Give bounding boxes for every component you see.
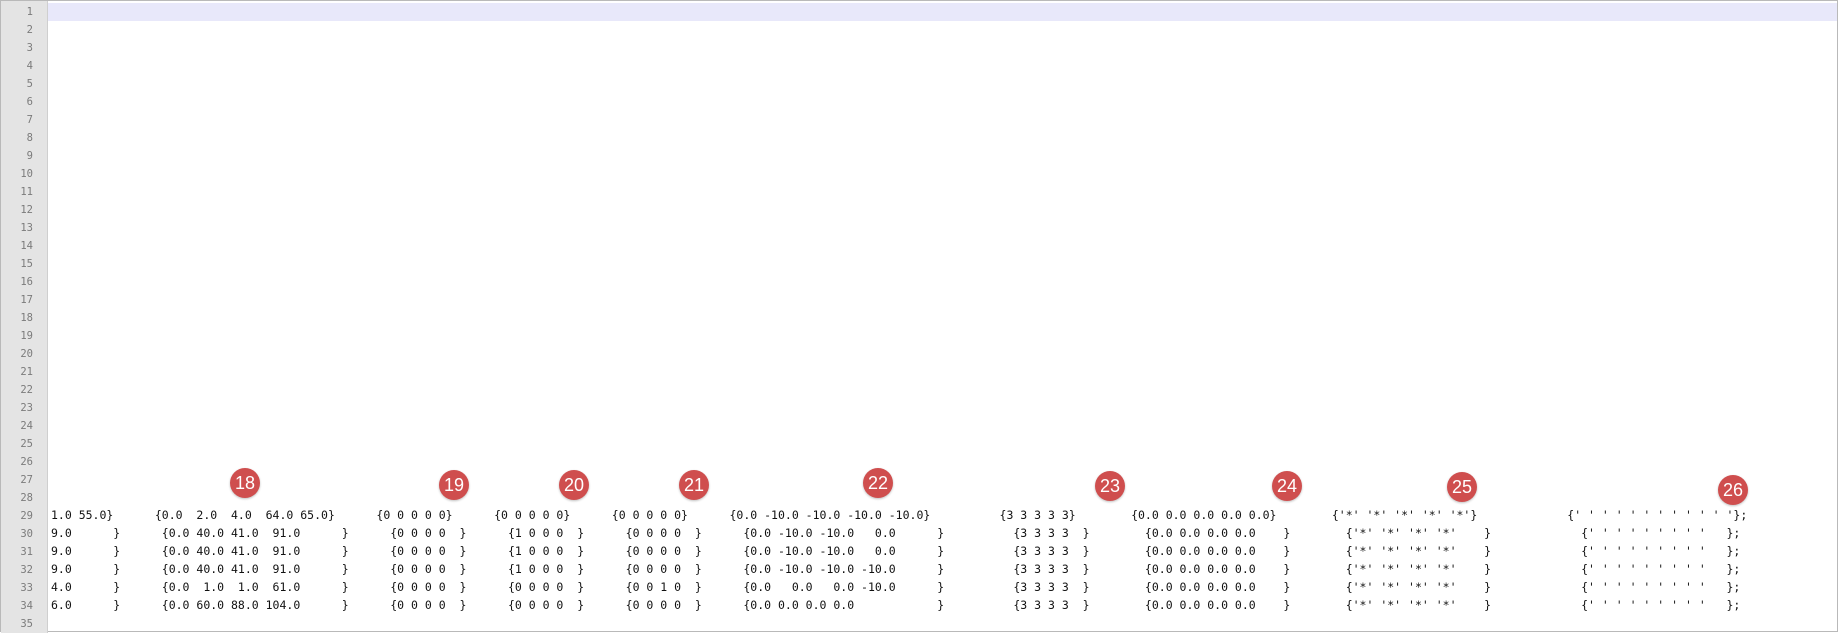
line-number: 31 [20,546,33,558]
annotation-marker-21: 21 [679,470,709,500]
line-number: 20 [20,348,33,360]
annotation-marker-19: 19 [439,470,469,500]
line-number: 16 [20,276,33,288]
line-number: 26 [20,456,33,468]
annotation-marker-20: 20 [559,470,589,500]
line-number: 12 [20,204,33,216]
code-line-32[interactable]: 9.0 } {0.0 40.0 41.0 91.0 } {0 0 0 0 } {… [51,560,1740,578]
line-number: 32 [20,564,33,576]
line-number: 11 [20,186,33,198]
code-line-30[interactable]: 9.0 } {0.0 40.0 41.0 91.0 } {0 0 0 0 } {… [51,524,1740,542]
code-line-29[interactable]: 1.0 55.0} {0.0 2.0 4.0 64.0 65.0} {0 0 0… [51,506,1747,524]
line-number: 1 [26,6,33,18]
line-number: 19 [20,330,33,342]
line-number: 9 [26,150,33,162]
line-number: 14 [20,240,33,252]
line-number: 15 [20,258,33,270]
line-number: 7 [26,114,33,126]
annotation-marker-22: 22 [863,468,893,498]
line-number: 10 [20,168,33,180]
line-number: 24 [20,420,33,432]
annotation-marker-23: 23 [1095,471,1125,501]
line-number: 5 [26,78,33,90]
line-number: 13 [20,222,33,234]
text-editor[interactable]: 1 2 3 4 5 6 7 8 9 10 11 12 13 14 15 16 17 18 19 20 21 22 23 24 2… [0,0,1838,633]
line-number: 2 [26,24,33,36]
line-number: 4 [26,60,33,72]
current-line-highlight [48,3,1837,21]
code-line-31[interactable]: 9.0 } {0.0 40.0 41.0 91.0 } {0 0 0 0 } {… [51,542,1740,560]
line-number: 23 [20,402,33,414]
line-number: 29 [20,510,33,522]
line-number: 18 [20,312,33,324]
line-number: 3 [26,42,33,54]
line-number: 6 [26,96,33,108]
annotation-marker-26: 26 [1718,475,1748,505]
line-number: 21 [20,366,33,378]
line-number: 22 [20,384,33,396]
line-number: 8 [26,132,33,144]
annotation-marker-24: 24 [1272,471,1302,501]
line-number: 25 [20,438,33,450]
line-number: 28 [20,492,33,504]
code-line-34[interactable]: 6.0 } {0.0 60.0 88.0 104.0 } {0 0 0 0 } … [51,596,1740,614]
line-number: 33 [20,582,33,594]
code-line-33[interactable]: 4.0 } {0.0 1.0 1.0 61.0 } {0 0 0 0 } {0 … [51,578,1740,596]
line-number: 30 [20,528,33,540]
line-number: 35 [20,618,33,630]
annotation-marker-18: 18 [230,468,260,498]
line-number-gutter: 1 2 3 4 5 6 7 8 9 10 11 12 13 14 15 16 17 18 19 20 21 22 23 24 2… [1,1,48,633]
line-number: 27 [20,474,33,486]
annotation-marker-25: 25 [1447,472,1477,502]
line-number: 17 [20,294,33,306]
line-number: 34 [20,600,33,612]
